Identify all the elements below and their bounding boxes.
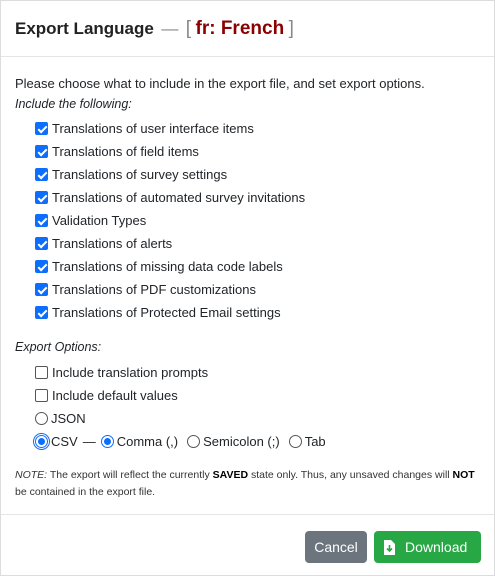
radio-comma[interactable] [100,435,114,448]
export-note: NOTE: The export will reflect the curren… [15,467,480,501]
checkbox-label: Translations of automated survey invitat… [52,190,306,205]
checkbox[interactable] [35,191,48,204]
checkbox-label: Translations of field items [52,144,199,159]
checkbox-label: Validation Types [52,213,147,228]
radio-json[interactable] [35,412,48,425]
option-default-values[interactable]: Include default values [35,384,480,407]
export-options-list: Include translation prompts Include defa… [33,361,480,453]
bracket-close: ] [288,18,294,39]
export-options-label: Export Options: [15,340,102,354]
radio-label: Semicolon (;) [203,434,280,449]
note-bold-not: NOT [452,469,475,481]
note-prefix: NOTE: [15,469,48,481]
checkbox[interactable] [35,283,48,296]
include-item-survey-invitations[interactable]: Translations of automated survey invitat… [35,186,480,209]
checkbox[interactable] [35,214,48,227]
dialog-footer: Cancel Download [1,514,494,577]
download-button[interactable]: Download [374,531,481,563]
include-list: Translations of user interface items Tra… [35,117,480,324]
dialog-title: Export Language [15,19,154,38]
download-file-icon [383,539,395,555]
note-text: state only. Thus, any unsaved changes wi… [248,469,453,481]
include-item-pdf-customizations[interactable]: Translations of PDF customizations [35,278,480,301]
checkbox-label: Translations of missing data code labels [52,259,283,274]
checkbox[interactable] [35,389,48,402]
radio-tab[interactable] [288,435,302,448]
include-item-field-items[interactable]: Translations of field items [35,140,480,163]
checkbox[interactable] [35,237,48,250]
checkbox[interactable] [35,260,48,273]
dialog-body: Please choose what to include in the exp… [1,57,494,501]
include-item-alerts[interactable]: Translations of alerts [35,232,480,255]
option-translation-prompts[interactable]: Include translation prompts [35,361,480,384]
format-csv-row: CSV — Comma (,) Semicolon (;) Tab [33,430,480,453]
language-name: fr: French [195,18,285,39]
note-bold-saved: SAVED [212,469,249,481]
radio-label: JSON [51,411,86,426]
include-item-survey-settings[interactable]: Translations of survey settings [35,163,480,186]
bracket-open: [ [185,18,192,39]
cancel-button[interactable]: Cancel [305,531,367,563]
note-text: be contained in the export file. [15,486,156,498]
checkbox-label: Translations of PDF customizations [52,282,256,297]
include-item-missing-data-codes[interactable]: Translations of missing data code labels [35,255,480,278]
checkbox-label: Include translation prompts [52,365,209,380]
include-item-protected-email[interactable]: Translations of Protected Email settings [35,301,480,324]
radio-label: CSV [51,434,78,449]
checkbox-label: Translations of Protected Email settings [52,305,281,320]
include-item-ui-items[interactable]: Translations of user interface items [35,117,480,140]
include-label: Include the following: [15,97,132,111]
radio-label: Comma (,) [116,434,179,449]
radio-semicolon[interactable] [187,435,201,448]
radio-label: Tab [304,434,326,449]
intro-text: Please choose what to include in the exp… [15,76,425,91]
checkbox[interactable] [35,122,48,135]
export-language-dialog: Export Language — [ fr: French ] Please … [0,0,495,576]
checkbox-label: Translations of alerts [52,236,173,251]
title-separator: — [161,19,179,38]
csv-separator: — [82,434,96,449]
note-text: The export will reflect the currently [47,469,213,481]
checkbox[interactable] [35,145,48,158]
include-item-validation-types[interactable]: Validation Types [35,209,480,232]
checkbox[interactable] [35,168,48,181]
checkbox-label: Translations of survey settings [52,167,228,182]
dialog-header: Export Language — [ fr: French ] [1,1,494,57]
checkbox-label: Translations of user interface items [52,121,254,136]
format-json[interactable]: JSON [35,407,480,430]
radio-csv[interactable] [33,433,50,450]
download-label: Download [405,539,468,555]
checkbox[interactable] [35,306,48,319]
checkbox-label: Include default values [52,388,178,403]
checkbox[interactable] [35,366,48,379]
